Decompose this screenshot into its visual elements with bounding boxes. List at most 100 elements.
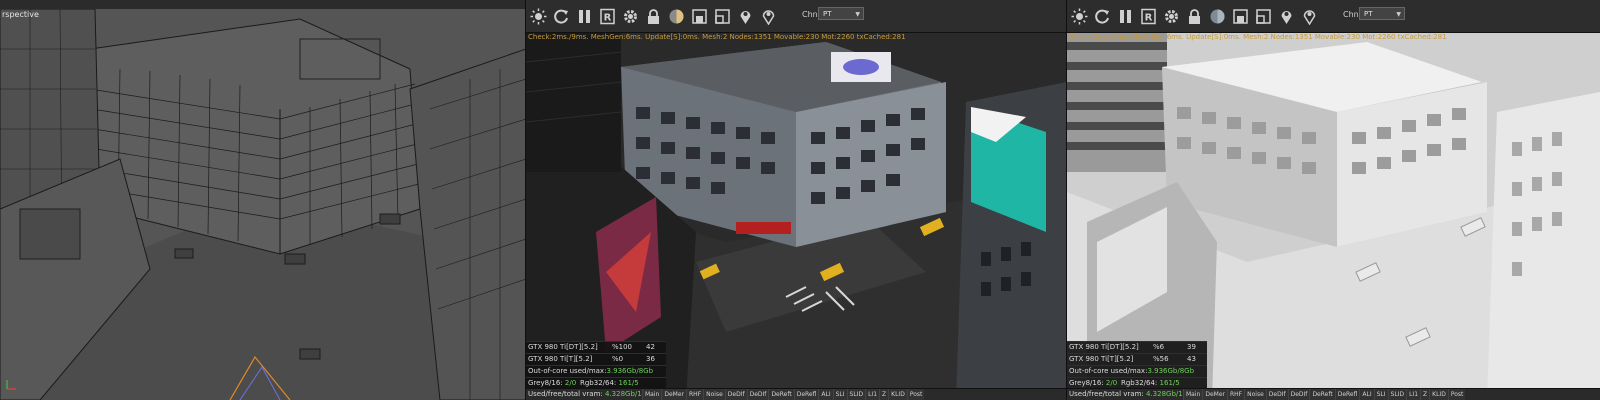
vram-readout: Used/free/total vram: 4.328Gb/103Mb/6Gb bbox=[1067, 389, 1183, 400]
wireframe-viewport[interactable]: rspective bbox=[0, 0, 526, 400]
gpu-usage: %0 bbox=[612, 355, 624, 363]
render-pass-tab[interactable]: DeMer bbox=[1202, 389, 1227, 400]
refresh-icon[interactable] bbox=[551, 5, 571, 27]
out-of-core-row: Out-of-core used/max:3.936Gb/8Gb bbox=[526, 365, 666, 377]
grey-value: 2/0 bbox=[564, 379, 577, 387]
svg-text:R: R bbox=[603, 12, 611, 23]
gpu-usage: %6 bbox=[1153, 343, 1165, 351]
gpu-usage: %100 bbox=[612, 343, 633, 351]
brightness-icon[interactable] bbox=[528, 5, 548, 27]
render-pass-tab[interactable]: LI1 bbox=[865, 389, 880, 400]
channel-select-value: PT bbox=[1364, 10, 1373, 18]
film-region-icon[interactable] bbox=[1253, 5, 1273, 27]
render-viewport[interactable]: R Chn: PT ▼ Check:2ms./9ms. MeshGen:6ms. … bbox=[526, 0, 1067, 400]
gpu-row: GTX 980 Ti[DT][5.2] %6 39 bbox=[1067, 341, 1207, 353]
refresh-icon[interactable] bbox=[1092, 5, 1112, 27]
render-pass-tab[interactable]: Z bbox=[1420, 389, 1430, 400]
channel-select[interactable]: PT ▼ bbox=[1359, 7, 1405, 20]
render-pass-tab[interactable]: Main bbox=[642, 389, 662, 400]
clay-mode-icon[interactable] bbox=[689, 5, 709, 27]
clay-status-text: Check:2ms./9ms. MeshGen:6ms. Update[S]:0… bbox=[1069, 33, 1447, 41]
render-pass-tab[interactable]: DeRefl bbox=[1334, 389, 1360, 400]
film-region-icon[interactable] bbox=[712, 5, 732, 27]
out-of-core-row: Out-of-core used/max:3.936Gb/8Gb bbox=[1067, 365, 1207, 377]
channel-select-value: PT bbox=[823, 10, 832, 18]
pick-focus-icon[interactable] bbox=[735, 5, 755, 27]
settings-icon[interactable] bbox=[620, 5, 640, 27]
grey-value: 2/0 bbox=[1105, 379, 1118, 387]
material-sphere-icon[interactable] bbox=[1207, 5, 1227, 27]
render-pass-tab[interactable]: DeReft bbox=[1309, 389, 1335, 400]
svg-text:R: R bbox=[1144, 12, 1152, 23]
render-pass-tab[interactable]: DeReft bbox=[768, 389, 794, 400]
render-pass-tab[interactable]: DeDIf bbox=[746, 389, 769, 400]
region-icon[interactable]: R bbox=[597, 5, 617, 27]
render-pass-tab[interactable]: RHF bbox=[685, 389, 704, 400]
render-pass-tab[interactable]: ALI bbox=[1359, 389, 1374, 400]
gpu-name: GTX 980 Ti[DT][5.2] bbox=[1069, 343, 1139, 351]
render-pass-tab[interactable]: SLI bbox=[832, 389, 847, 400]
render-pass-tab[interactable]: Post bbox=[1447, 389, 1466, 400]
region-icon[interactable]: R bbox=[1138, 5, 1158, 27]
out-of-core-label: Out-of-core used/max: bbox=[528, 367, 607, 375]
settings-icon[interactable] bbox=[1161, 5, 1181, 27]
gpu-temp: 42 bbox=[646, 343, 655, 351]
out-of-core-label: Out-of-core used/max: bbox=[1069, 367, 1148, 375]
render-pass-tab[interactable]: DeDIf bbox=[724, 389, 747, 400]
rgb-label: Rgb32/64: bbox=[580, 379, 617, 387]
pick-material-icon[interactable] bbox=[758, 5, 778, 27]
vram-label: Used/free/total vram: bbox=[1069, 390, 1144, 398]
render-pass-tab[interactable]: Noise bbox=[703, 389, 725, 400]
vram-value: 4.328Gb/104Mb/6Gb bbox=[605, 390, 642, 398]
gpu-row: GTX 980 Ti[T][5.2] %56 43 bbox=[1067, 353, 1207, 365]
render-toolbar: R Chn: PT ▼ bbox=[526, 0, 1067, 33]
lock-icon[interactable] bbox=[1184, 5, 1204, 27]
gpu-row: GTX 980 Ti[T][5.2] %0 36 bbox=[526, 353, 666, 365]
render-pass-tab[interactable]: Main bbox=[1183, 389, 1203, 400]
render-stats-panel: GTX 980 Ti[DT][5.2] %100 42 GTX 980 Ti[T][… bbox=[526, 341, 666, 389]
render-pass-tab[interactable]: SLID bbox=[846, 389, 866, 400]
out-of-core-value: 3.936Gb/8Gb bbox=[1147, 367, 1195, 375]
rgb-value: 161/5 bbox=[618, 379, 639, 387]
render-pass-tab[interactable]: SLID bbox=[1387, 389, 1407, 400]
axis-gizmo-icon bbox=[6, 380, 16, 390]
material-sphere-icon[interactable] bbox=[666, 5, 686, 27]
render-pass-tab[interactable]: DeDIf bbox=[1287, 389, 1310, 400]
chevron-down-icon: ▼ bbox=[855, 11, 860, 18]
render-pass-tab[interactable]: KLID bbox=[1429, 389, 1448, 400]
gpu-temp: 39 bbox=[1187, 343, 1196, 351]
render-pass-tab[interactable]: Z bbox=[879, 389, 889, 400]
channel-select[interactable]: PT ▼ bbox=[818, 7, 864, 20]
render-pass-tab[interactable]: DeRefl bbox=[793, 389, 819, 400]
wireframe-scene bbox=[0, 9, 526, 400]
vram-label: Used/free/total vram: bbox=[528, 390, 603, 398]
render-status-text: Check:2ms./9ms. MeshGen:6ms. Update[S]:0… bbox=[528, 33, 906, 41]
gpu-name: GTX 980 Ti[T][5.2] bbox=[1069, 355, 1134, 363]
render-bottom-bar: Used/free/total vram: 4.328Gb/104Mb/6Gb … bbox=[526, 388, 1067, 400]
gpu-temp: 36 bbox=[646, 355, 655, 363]
render-pass-tab[interactable]: Post bbox=[906, 389, 925, 400]
lock-icon[interactable] bbox=[643, 5, 663, 27]
render-pass-tab[interactable]: SLI bbox=[1373, 389, 1388, 400]
pick-focus-icon[interactable] bbox=[1276, 5, 1296, 27]
viewport-label: rspective bbox=[2, 10, 39, 19]
render-pass-tab[interactable]: DeMer bbox=[661, 389, 686, 400]
render-pass-tab[interactable]: DeDIf bbox=[1265, 389, 1288, 400]
render-pass-tabs: Main DeMer RHF Noise DeDIf DeDIf DeReft DeRefl A… bbox=[1183, 389, 1466, 400]
render-pass-tab[interactable]: ALI bbox=[818, 389, 833, 400]
pause-icon[interactable] bbox=[1115, 5, 1135, 27]
pick-material-icon[interactable] bbox=[1299, 5, 1319, 27]
render-pass-tab[interactable]: RHF bbox=[1226, 389, 1245, 400]
grey-label: Grey8/16: bbox=[1069, 379, 1104, 387]
gpu-temp: 43 bbox=[1187, 355, 1196, 363]
render-pass-tab[interactable]: KLID bbox=[888, 389, 907, 400]
brightness-icon[interactable] bbox=[1069, 5, 1089, 27]
clay-viewport[interactable]: R Chn: PT ▼ Check:2ms./9ms. MeshGen:6ms. … bbox=[1067, 0, 1600, 400]
render-pass-tab[interactable]: LI1 bbox=[1406, 389, 1421, 400]
clay-mode-icon[interactable] bbox=[1230, 5, 1250, 27]
render-pass-tab[interactable]: Noise bbox=[1244, 389, 1266, 400]
rgb-value: 161/5 bbox=[1159, 379, 1180, 387]
vram-value: 4.328Gb/103Mb/6Gb bbox=[1146, 390, 1183, 398]
pause-icon[interactable] bbox=[574, 5, 594, 27]
grey-label: Grey8/16: bbox=[528, 379, 563, 387]
